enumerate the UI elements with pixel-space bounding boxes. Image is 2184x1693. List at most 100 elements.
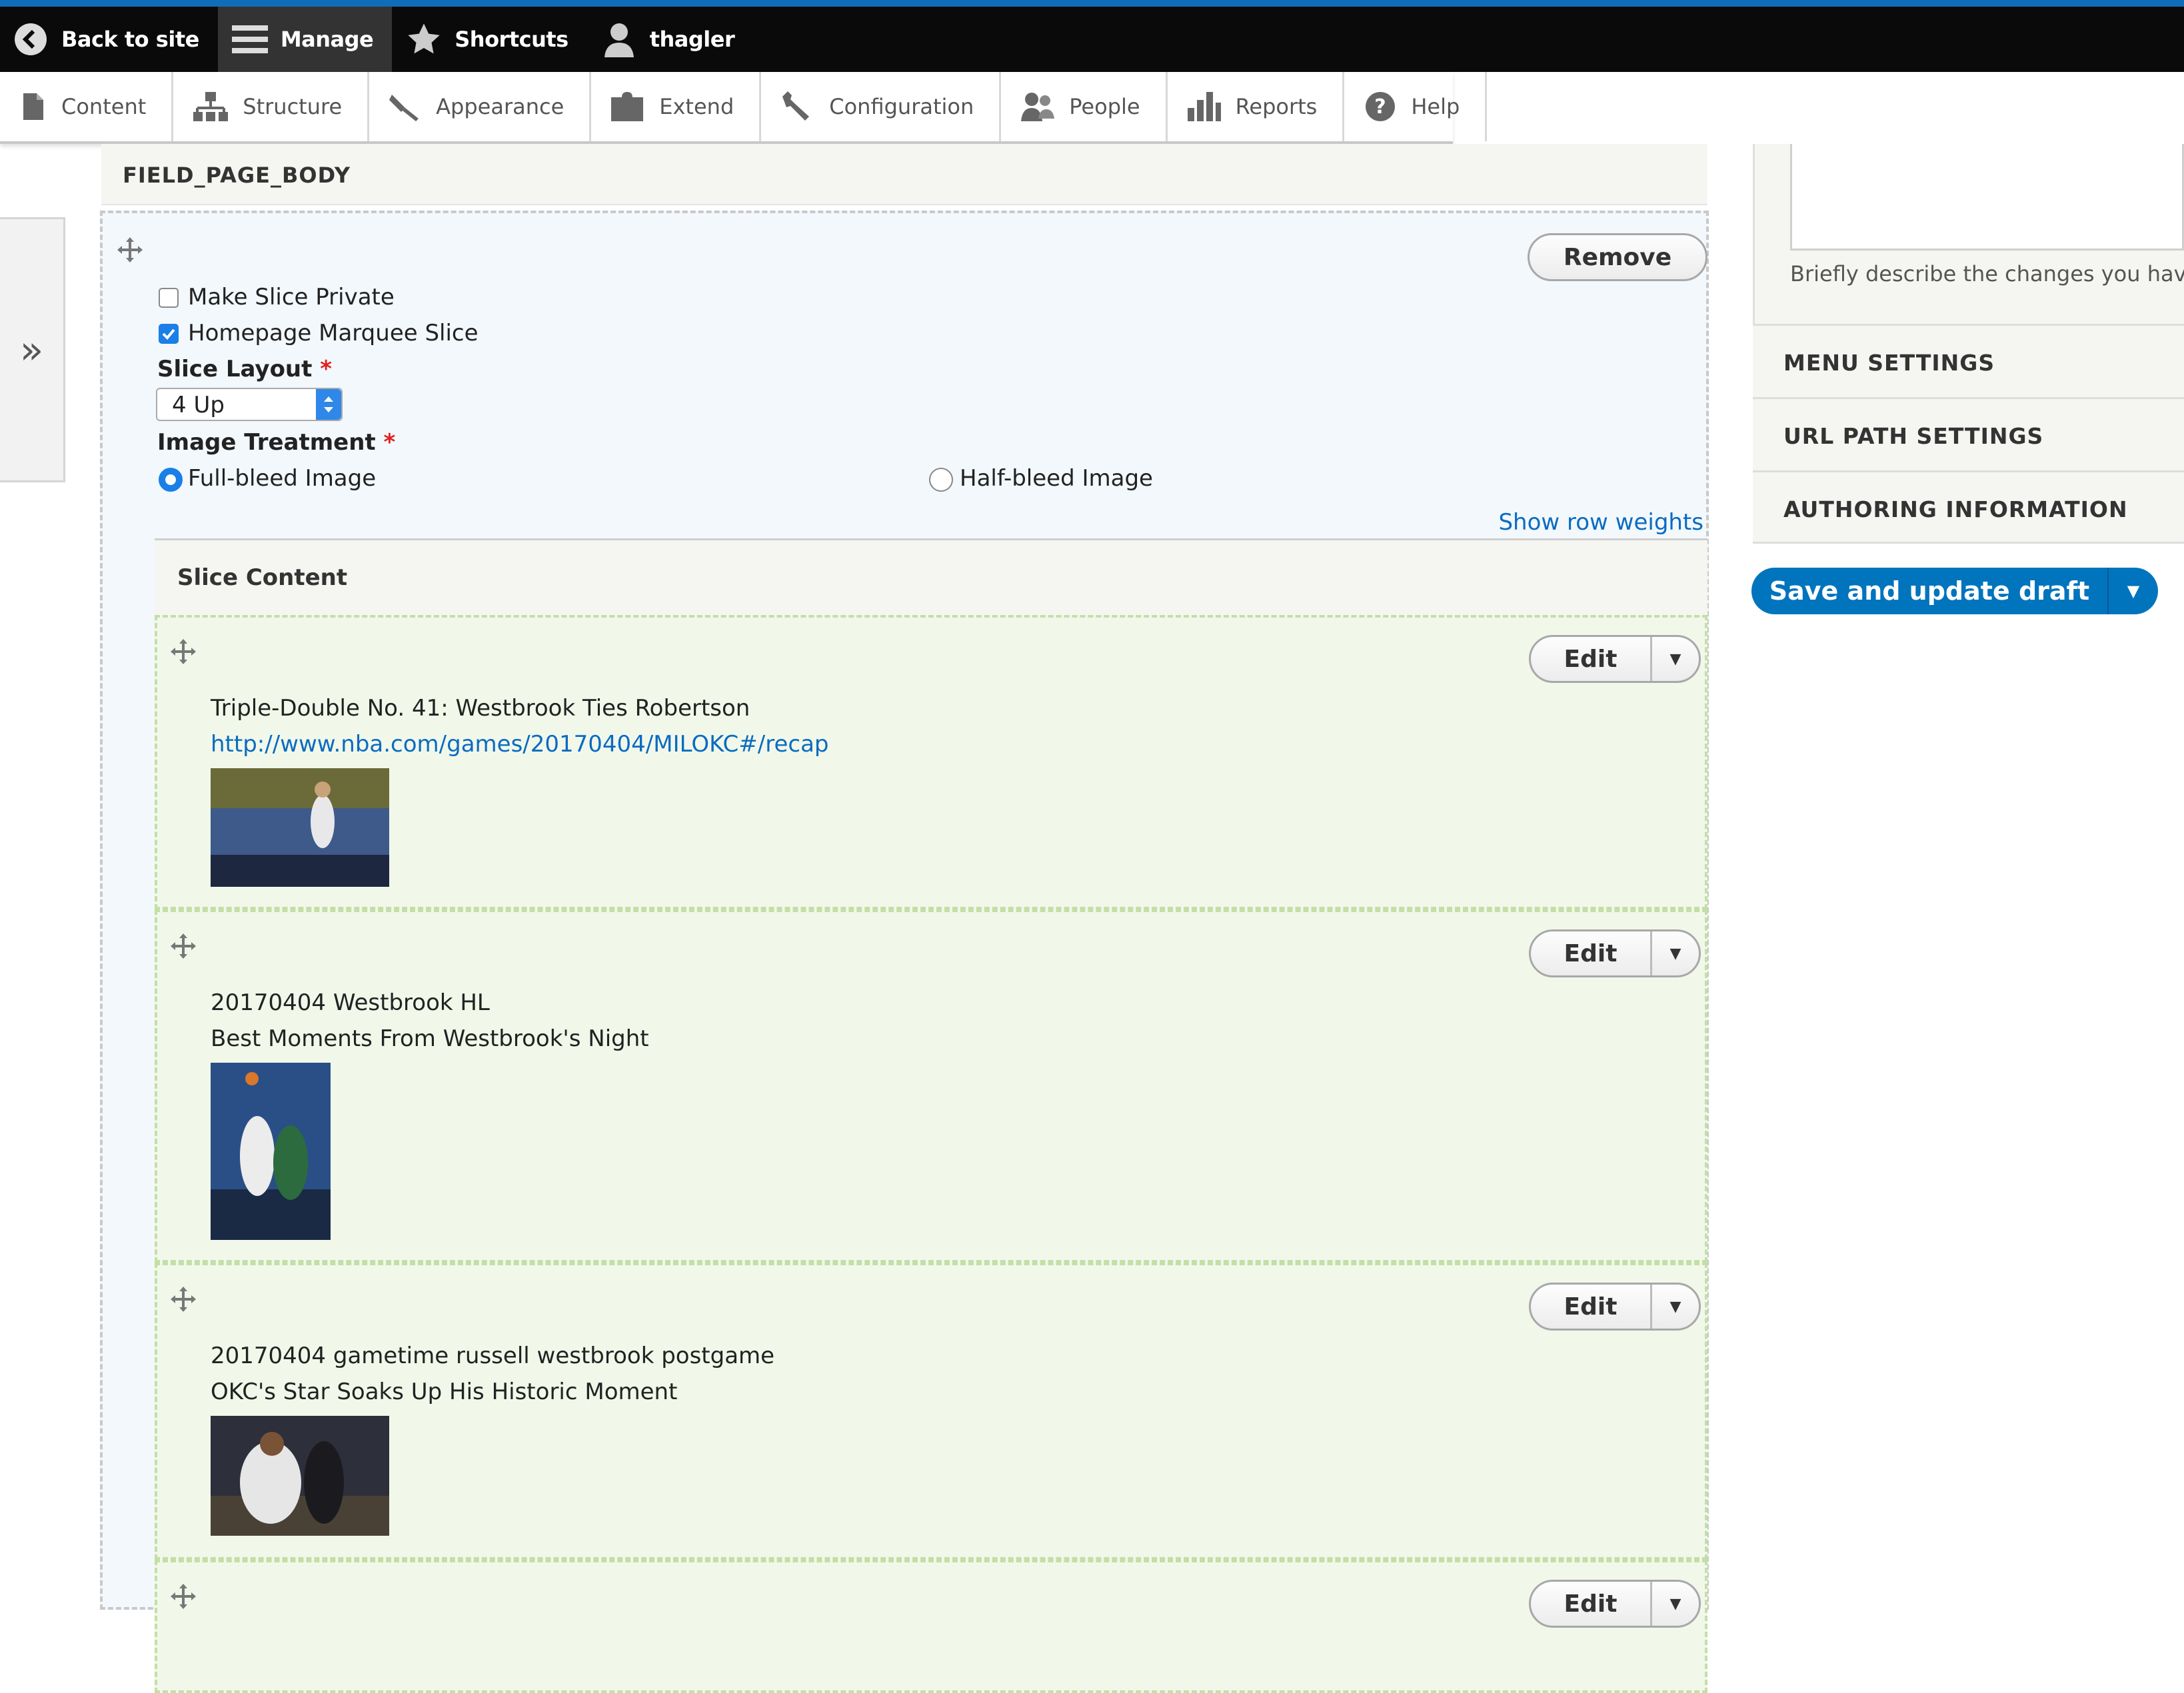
select-arrows-icon [316,389,341,420]
full-bleed-radio[interactable] [159,468,183,492]
tray-label-help: Help [1411,94,1460,119]
people-icon [1021,93,1055,121]
dropdown-arrow-icon[interactable]: ▼ [1652,1285,1699,1329]
tray-item-appearance[interactable]: Appearance [369,72,592,141]
slice-layout-select[interactable]: 4 Up [156,388,343,421]
manage-label: Manage [280,27,374,52]
menu-icon [231,21,269,58]
tray-label-appearance: Appearance [436,94,564,119]
dropdown-arrow-icon[interactable]: ▼ [1652,931,1699,975]
edit-button-group: Edit ▼ [1529,1283,1701,1331]
dropdown-arrow-icon[interactable]: ▼ [1652,637,1699,681]
dropdown-arrow-icon[interactable]: ▼ [1652,1582,1699,1626]
required-marker: * [320,356,333,382]
edit-button[interactable]: Edit [1531,637,1652,681]
revision-log-description: Briefly describe the changes you have [1790,261,2184,286]
admin-tray: Content Structure Appearance Extend Conf… [0,72,1488,144]
edit-button[interactable]: Edit [1531,1582,1652,1626]
slice-content-title: Slice Content [177,564,348,591]
back-to-site-link[interactable]: Back to site [0,7,218,72]
edit-button[interactable]: Edit [1531,1285,1652,1329]
double-chevron-right-icon: » [19,327,44,372]
tray-label-content: Content [61,94,147,119]
list-item: Edit ▼ [155,1560,1707,1693]
list-item: Edit ▼ 20170404 gametime russell westbro… [155,1263,1707,1560]
user-label: thagler [649,27,735,52]
list-item: Edit ▼ Triple-Double No. 41: Westbrook T… [155,615,1707,909]
paintbrush-icon [389,93,421,121]
tray-label-people: People [1069,94,1140,119]
drag-handle-icon[interactable] [169,638,197,666]
wrench-icon [781,91,814,121]
field-header: FIELD_PAGE_BODY [101,144,1707,205]
authoring-information-label: AUTHORING INFORMATION [1783,496,2128,522]
user-tab[interactable]: thagler [587,7,754,72]
thumbnail-image [211,768,389,887]
remove-button[interactable]: Remove [1528,233,1707,281]
menu-settings-label: MENU SETTINGS [1783,350,1995,376]
edit-button-group: Edit ▼ [1529,1580,1701,1628]
item-title: 20170404 gametime russell westbrook post… [211,1343,775,1369]
item-subtitle: Best Moments From Westbrook's Night [211,1025,649,1052]
url-path-settings-section[interactable]: URL PATH SETTINGS [1753,397,2184,470]
menu-settings-section[interactable]: MENU SETTINGS [1753,324,2184,397]
marquee-label: Homepage Marquee Slice [188,320,479,346]
tray-item-configuration[interactable]: Configuration [761,72,1002,141]
slice-layout-label: Slice Layout * [157,356,333,382]
drag-handle-icon[interactable] [169,932,197,960]
marquee-checkbox[interactable] [159,324,179,344]
tray-label-extend: Extend [659,94,734,119]
edit-button-group: Edit ▼ [1529,929,1701,977]
drag-handle-icon[interactable] [169,1582,197,1610]
save-dropdown-arrow-icon[interactable]: ▼ [2109,568,2158,614]
revision-log-textarea[interactable] [1790,144,2184,251]
checkmark-icon [162,328,175,340]
half-bleed-radio[interactable] [929,468,953,492]
manage-tab[interactable]: Manage [217,7,393,72]
save-button-group: Save and update draft ▼ [1751,568,2158,614]
edit-button-group: Edit ▼ [1529,635,1701,683]
show-row-weights-link[interactable]: Show row weights [1498,509,1703,536]
item-subtitle: OKC's Star Soaks Up His Historic Moment [211,1379,678,1405]
drag-handle-icon[interactable] [116,236,144,264]
star-icon [405,21,443,58]
make-private-checkbox[interactable] [159,288,179,308]
tray-item-people[interactable]: People [1001,72,1168,141]
shortcuts-tab[interactable]: Shortcuts [392,7,586,72]
full-bleed-label: Full-bleed Image [188,465,377,492]
tray-label-reports: Reports [1235,94,1318,119]
tray-item-extend[interactable]: Extend [591,72,762,141]
thumbnail-image [211,1063,331,1240]
back-to-site-label: Back to site [61,27,199,52]
make-private-label: Make Slice Private [188,284,395,310]
slice-content-header: Slice Content [155,540,1707,615]
item-title: 20170404 Westbrook HL [211,989,490,1016]
user-icon [600,21,638,58]
authoring-information-section[interactable]: AUTHORING INFORMATION [1753,470,2184,544]
slice-layout-value: 4 Up [172,392,225,418]
field-header-label: FIELD_PAGE_BODY [123,163,351,188]
tray-item-structure[interactable]: Structure [173,72,370,141]
edit-button[interactable]: Edit [1531,931,1652,975]
thumbnail-image [211,1416,389,1536]
item-title: Triple-Double No. 41: Westbrook Ties Rob… [211,695,750,722]
right-sidebar-blank [1753,544,2184,1598]
back-arrow-icon [12,21,49,58]
sidebar-toggle-button[interactable]: » [0,217,65,482]
item-url-link[interactable]: http://www.nba.com/games/20170404/MILOKC… [211,731,828,758]
puzzle-icon [611,92,644,121]
help-icon: ? [1364,92,1396,121]
tray-item-content[interactable]: Content [0,72,174,141]
tray-label-configuration: Configuration [829,94,974,119]
tray-item-reports[interactable]: Reports [1168,72,1345,141]
file-icon [20,93,47,120]
url-path-settings-label: URL PATH SETTINGS [1783,423,2044,449]
required-marker: * [383,429,396,456]
drag-handle-icon[interactable] [169,1285,197,1313]
save-and-update-draft-button[interactable]: Save and update draft [1751,568,2109,614]
tray-label-structure: Structure [243,94,343,119]
admin-toolbar: Back to site Manage Shortcuts thagler [0,7,2184,72]
image-treatment-label: Image Treatment * [157,429,396,456]
toolbar-accent-stripe [0,0,2184,7]
tray-item-help[interactable]: ? Help [1344,72,1488,141]
